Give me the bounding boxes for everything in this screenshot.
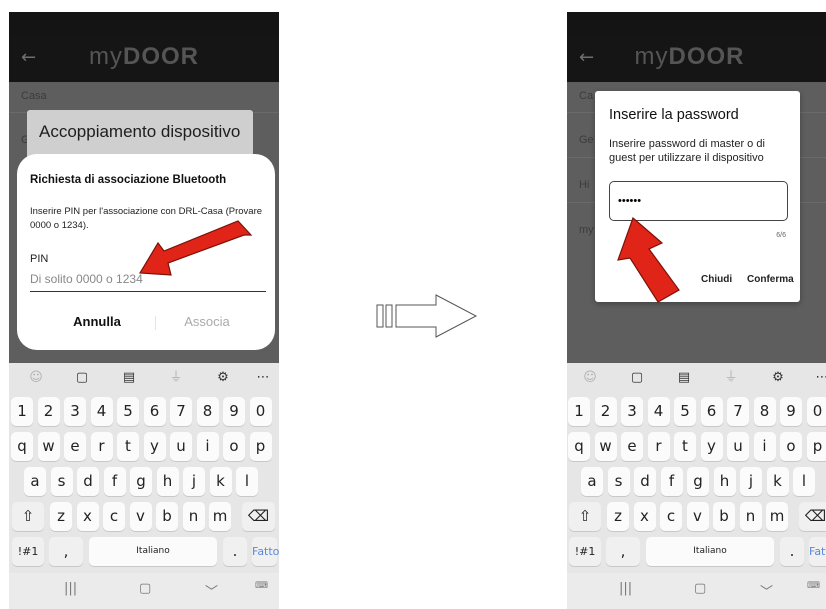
phone-screen-right: ← myDOOR Ca Ge Hi my Inserire la passwor…: [567, 12, 826, 609]
annotation-arrow-shape: [617, 216, 680, 303]
arrow-bar: [385, 304, 393, 328]
right-arrow-icon: [376, 294, 478, 338]
arrow-bar: [376, 304, 384, 328]
annotation-arrow: [617, 216, 680, 303]
arrow-head: [395, 294, 478, 338]
phone-screen-left: ← myDOOR Casa Ge Accoppiamento dispositi…: [9, 12, 279, 609]
annotation-arrow-shape: [138, 220, 253, 276]
annotation-arrow: [138, 220, 253, 276]
